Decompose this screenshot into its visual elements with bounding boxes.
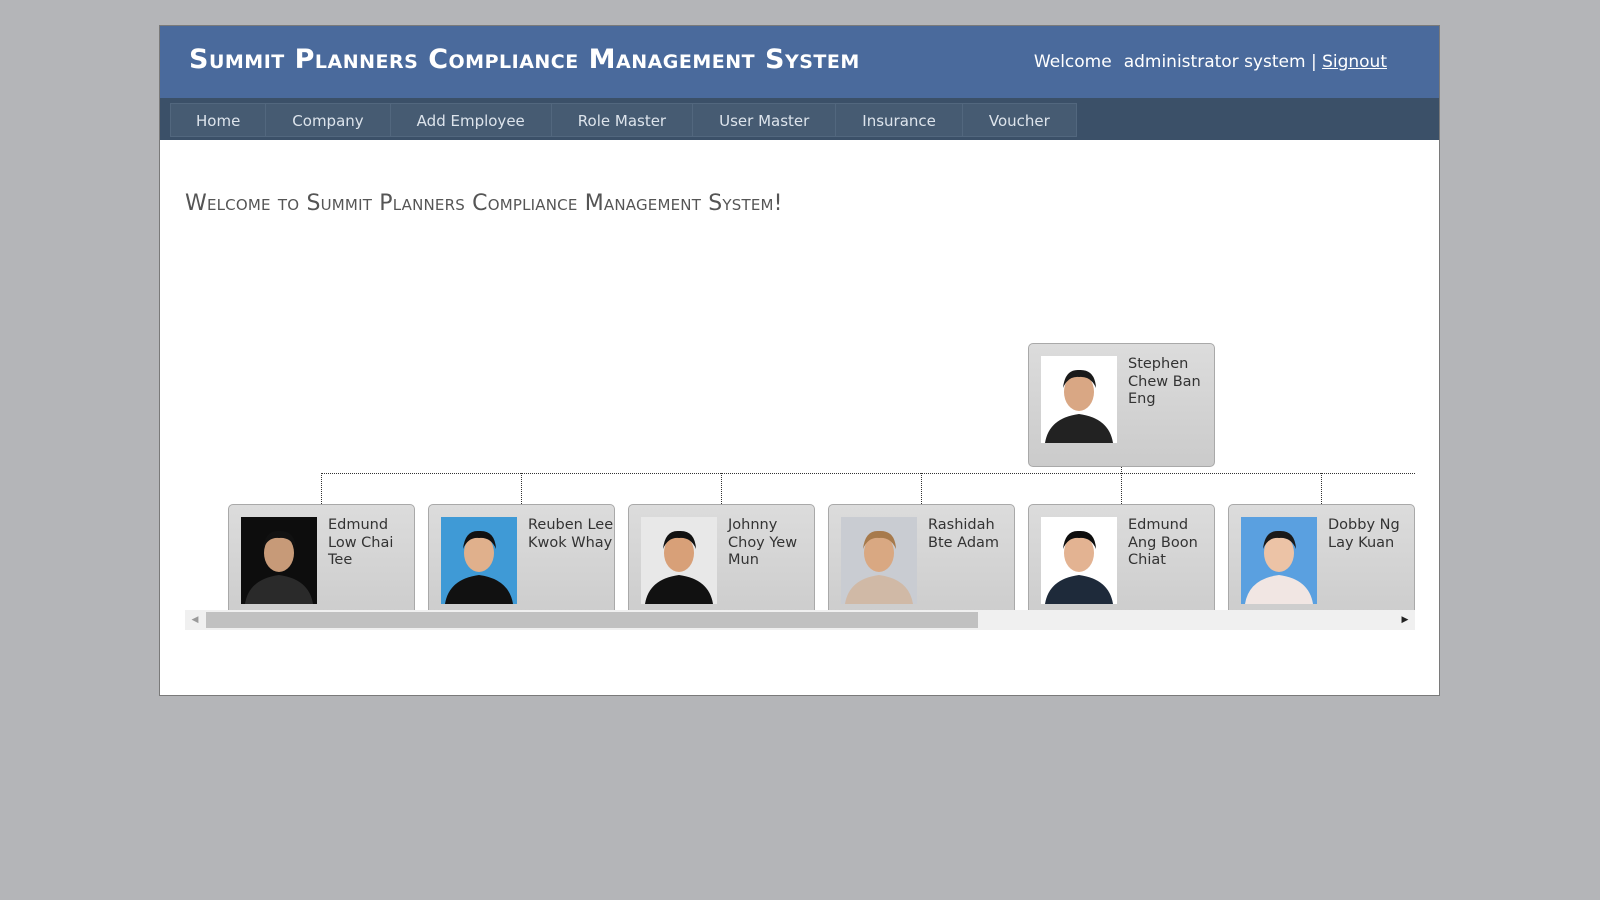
employee-photo [1241, 517, 1317, 604]
nav-item-company[interactable]: Company [265, 103, 391, 137]
portrait-image [241, 517, 317, 604]
employee-photo [441, 517, 517, 604]
login-display: Welcome administrator system | Signout [1034, 52, 1387, 72]
page-heading: Welcome to Summit Planners Compliance Ma… [185, 191, 783, 216]
employee-name: Edmund Ang Boon Chiat [1128, 517, 1198, 568]
page-container: Summit Planners Compliance Management Sy… [159, 25, 1440, 696]
scroll-right-arrow-icon[interactable]: ▶ [1395, 610, 1415, 630]
portrait-image [441, 517, 517, 604]
connector-child-0 [321, 473, 322, 504]
scroll-left-arrow-icon[interactable]: ◀ [185, 610, 205, 630]
portrait-image [1241, 517, 1317, 604]
main-menu: Home Company Add Employee Role Master Us… [170, 103, 1077, 137]
nav-item-role-master[interactable]: Role Master [550, 103, 694, 137]
nav-item-home[interactable]: Home [170, 103, 267, 137]
connector-child-2 [721, 473, 722, 504]
employee-photo [1041, 517, 1117, 604]
separator: | [1310, 52, 1317, 72]
signout-link[interactable]: Signout [1322, 52, 1387, 72]
app-title: Summit Planners Compliance Management Sy… [189, 44, 860, 75]
nav-item-voucher[interactable]: Voucher [961, 103, 1077, 137]
welcome-label: Welcome [1033, 52, 1112, 72]
portrait-image [641, 517, 717, 604]
connector-child-1 [521, 473, 522, 504]
org-node-root[interactable]: Stephen Chew Ban Eng [1028, 343, 1215, 467]
nav-item-add-employee[interactable]: Add Employee [389, 103, 552, 137]
org-chart: Stephen Chew Ban Eng Edmund Low Chai Tee… [185, 316, 1415, 656]
portrait-image [1041, 356, 1117, 443]
portrait-image [841, 517, 917, 604]
employee-name: Reuben Lee Kwok Whay [528, 517, 614, 551]
navbar: Home Company Add Employee Role Master Us… [160, 98, 1439, 140]
employee-photo [1041, 356, 1117, 443]
connector-child-3 [921, 473, 922, 504]
connector-child-5 [1321, 473, 1322, 504]
employee-name: Stephen Chew Ban Eng [1128, 356, 1201, 407]
employee-photo [641, 517, 717, 604]
connector-child-4 [1121, 473, 1122, 504]
employee-name: Rashidah Bte Adam [928, 517, 1000, 551]
nav-item-user-master[interactable]: User Master [692, 103, 837, 137]
employee-name: Johnny Choy Yew Mun [728, 517, 798, 568]
horizontal-scrollbar[interactable]: ◀ ▶ [185, 610, 1415, 630]
scrollbar-thumb[interactable] [206, 612, 978, 628]
connector-horizontal [321, 473, 1415, 474]
nav-item-insurance[interactable]: Insurance [835, 103, 963, 137]
employee-name: Edmund Low Chai Tee [328, 517, 394, 568]
employee-photo [841, 517, 917, 604]
employee-photo [241, 517, 317, 604]
username: administrator system [1123, 52, 1306, 72]
portrait-image [1041, 517, 1117, 604]
header: Summit Planners Compliance Management Sy… [160, 26, 1439, 98]
employee-name: Dobby Ng Lay Kuan [1328, 517, 1400, 551]
